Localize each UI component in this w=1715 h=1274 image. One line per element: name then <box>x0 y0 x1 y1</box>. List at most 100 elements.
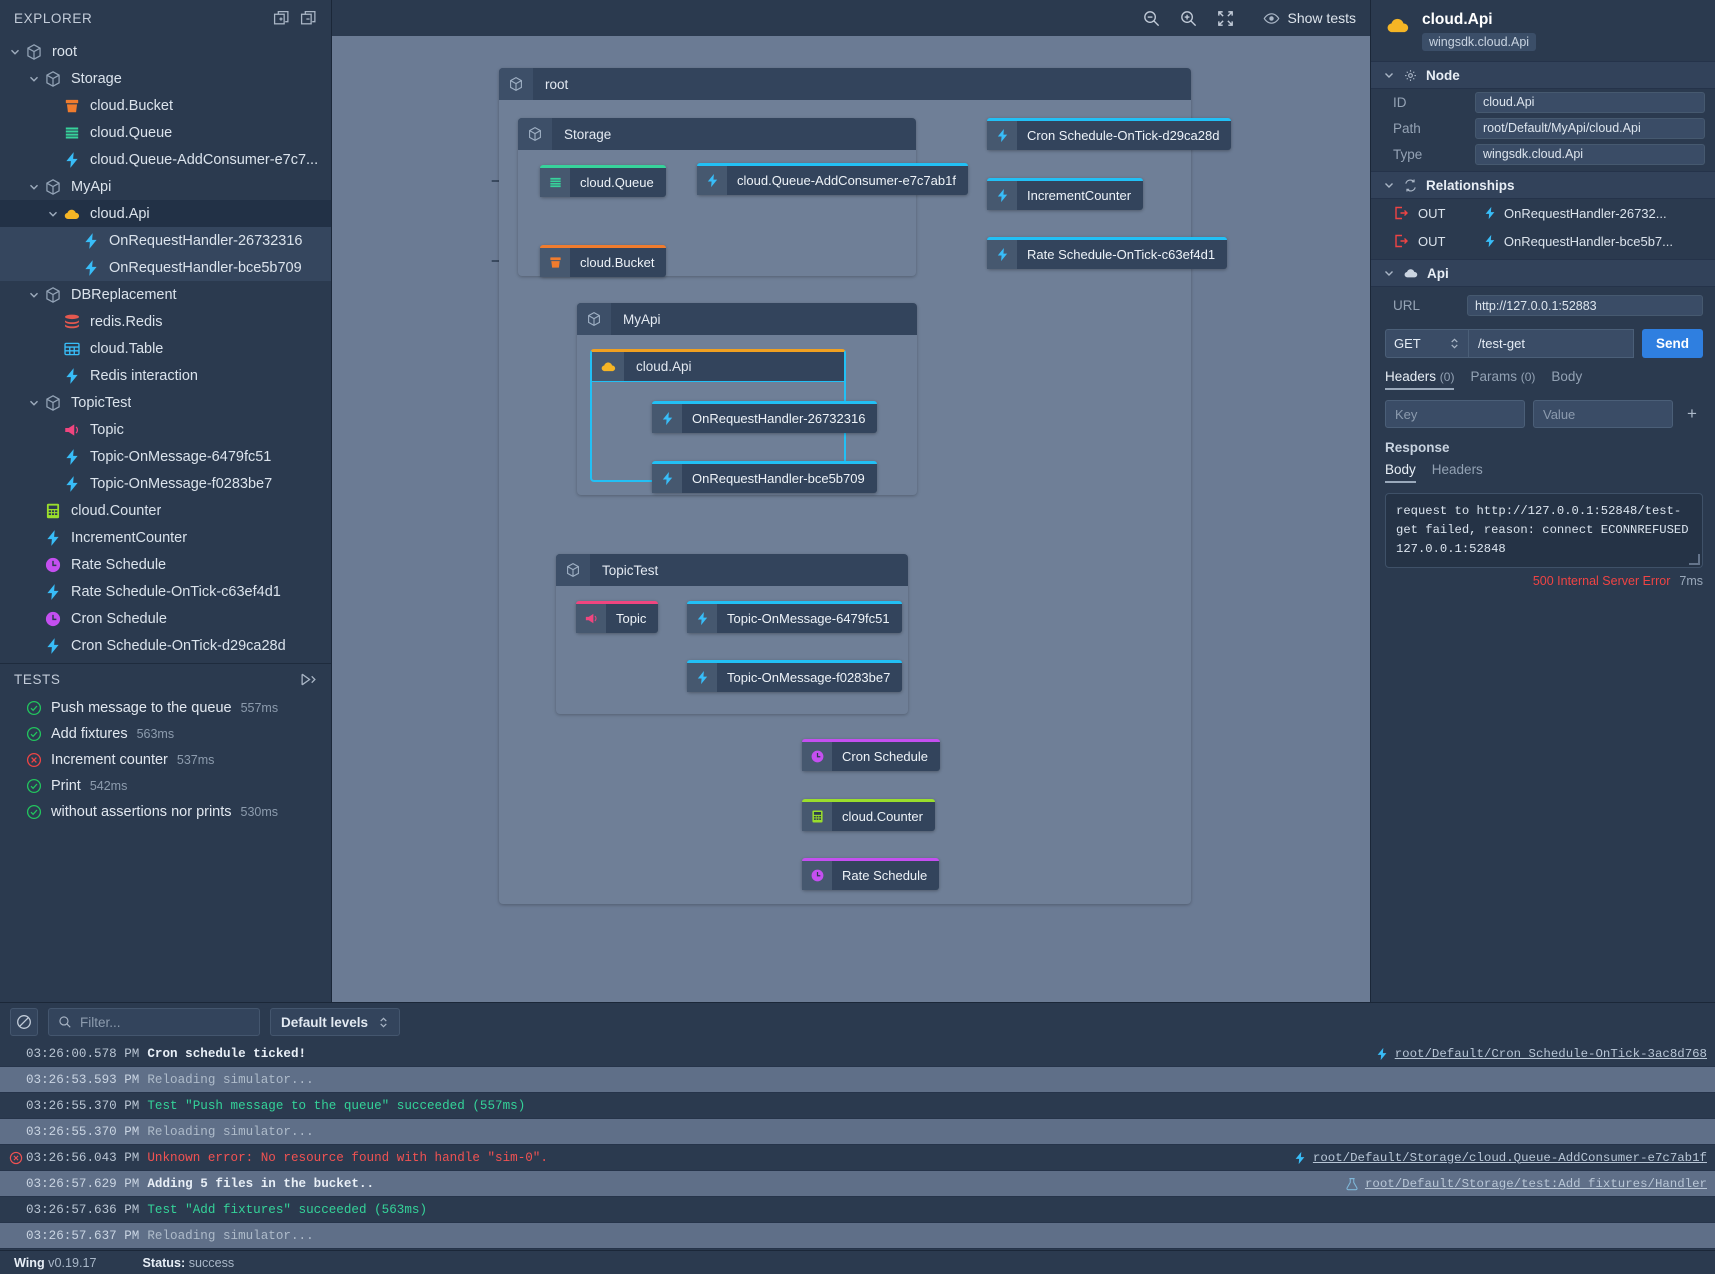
chevron-down-icon[interactable] <box>27 72 41 86</box>
tree-item-cron-schedule[interactable]: Cron Schedule <box>0 605 331 632</box>
tree-item-cloud-queue[interactable]: cloud.Queue <box>0 119 331 146</box>
chevron-down-icon[interactable] <box>8 45 22 59</box>
fullscreen-icon[interactable] <box>1216 9 1235 28</box>
tree-item-onrequesthandler-26732316[interactable]: OnRequestHandler-26732316 <box>0 227 331 254</box>
relationship-target[interactable]: OnRequestHandler-bce5b7... <box>1483 234 1673 249</box>
tab-response-headers[interactable]: Headers <box>1432 462 1483 483</box>
show-tests-toggle[interactable]: Show tests <box>1253 10 1356 27</box>
tree-item-root[interactable]: root <box>0 38 331 65</box>
expand-all-icon[interactable] <box>273 10 290 27</box>
tree-item-redis-redis[interactable]: redis.Redis <box>0 308 331 335</box>
header-value-input[interactable]: Value <box>1533 400 1673 428</box>
diagram-node-cron-ontick[interactable]: Cron Schedule-OnTick-d29ca28d <box>987 118 1231 150</box>
log-row[interactable]: 03:26:56.043 PMUnknown error: No resourc… <box>0 1145 1715 1171</box>
api-section-header[interactable]: Api <box>1371 259 1715 287</box>
tree-item-cloud-bucket[interactable]: cloud.Bucket <box>0 92 331 119</box>
diagram-node-incrementcounter[interactable]: IncrementCounter <box>987 178 1143 210</box>
test-item[interactable]: Add fixtures563ms <box>0 721 331 747</box>
log-message: Reloading simulator... <box>147 1073 1707 1087</box>
tree-item-topic[interactable]: Topic <box>0 416 331 443</box>
clear-console-icon[interactable] <box>10 1008 38 1036</box>
tree-item-rate-schedule-ontick-c63ef4d1[interactable]: Rate Schedule-OnTick-c63ef4d1 <box>0 578 331 605</box>
collapse-all-icon[interactable] <box>300 10 317 27</box>
response-body-text[interactable]: request to http://127.0.0.1:52848/test-g… <box>1385 493 1703 568</box>
property-value-id[interactable]: cloud.Api <box>1475 92 1705 113</box>
relationships-section-header[interactable]: Relationships <box>1371 171 1715 199</box>
tree-item-topic-onmessage-f0283be7[interactable]: Topic-OnMessage-f0283be7 <box>0 470 331 497</box>
log-row[interactable]: 03:26:57.637 PMReloading simulator... <box>0 1223 1715 1249</box>
diagram-node-cloud-bucket[interactable]: cloud.Bucket <box>540 245 666 277</box>
node-label: Topic <box>606 611 658 626</box>
tree-item-cloud-counter[interactable]: cloud.Counter <box>0 497 331 524</box>
tree-item-topic-onmessage-6479fc51[interactable]: Topic-OnMessage-6479fc51 <box>0 443 331 470</box>
log-row[interactable]: 03:26:00.578 PMCron schedule ticked!root… <box>0 1041 1715 1067</box>
diagram-node-rate-schedule[interactable]: Rate Schedule <box>802 858 939 890</box>
tree-item-cloud-table[interactable]: cloud.Table <box>0 335 331 362</box>
log-row[interactable]: 03:26:55.370 PMReloading simulator... <box>0 1119 1715 1145</box>
log-source-link[interactable]: root/Default/Storage/cloud.Queue-AddCons… <box>1293 1151 1707 1165</box>
test-item[interactable]: without assertions nor prints530ms <box>0 799 331 825</box>
tree-item-onrequesthandler-bce5b709[interactable]: OnRequestHandler-bce5b709 <box>0 254 331 281</box>
console-filter-input[interactable]: Filter... <box>48 1008 260 1036</box>
property-value-path[interactable]: root/Default/MyApi/cloud.Api <box>1475 118 1705 139</box>
tree-item-cloud-api[interactable]: cloud.Api <box>0 200 331 227</box>
log-row[interactable]: 03:26:57.636 PMTest "Add fixtures" succe… <box>0 1197 1715 1223</box>
header-key-input[interactable]: Key <box>1385 400 1525 428</box>
tab-params[interactable]: Params (0) <box>1470 369 1535 390</box>
test-item[interactable]: Increment counter537ms <box>0 747 331 773</box>
diagram-node-cloud-counter[interactable]: cloud.Counter <box>802 799 935 831</box>
diagram-node-onrequesthandler-26732316[interactable]: OnRequestHandler-26732316 <box>652 401 877 433</box>
diagram-node-topic[interactable]: Topic <box>576 601 658 633</box>
chevron-down-icon[interactable] <box>27 180 41 194</box>
tab-headers[interactable]: Headers (0) <box>1385 369 1454 390</box>
plus-icon[interactable]: + <box>1681 404 1703 424</box>
zoom-in-icon[interactable] <box>1179 9 1198 28</box>
tree-item-cron-schedule-ontick-d29ca28d[interactable]: Cron Schedule-OnTick-d29ca28d <box>0 632 331 659</box>
log-row[interactable]: 03:26:53.593 PMReloading simulator... <box>0 1067 1715 1093</box>
queue-icon <box>63 124 81 141</box>
property-label: Path <box>1393 121 1465 136</box>
test-item[interactable]: Push message to the queue557ms <box>0 695 331 721</box>
diagram-node-queue-addconsumer[interactable]: cloud.Queue-AddConsumer-e7c7ab1f <box>697 163 968 195</box>
property-value-type[interactable]: wingsdk.cloud.Api <box>1475 144 1705 165</box>
log-source-link[interactable]: root/Default/Storage/test:Add fixtures/H… <box>1345 1177 1707 1191</box>
log-row[interactable]: 03:26:55.370 PMTest "Push message to the… <box>0 1093 1715 1119</box>
diagram-node-rate-ontick[interactable]: Rate Schedule-OnTick-c63ef4d1 <box>987 237 1227 269</box>
api-url-value[interactable]: http://127.0.0.1:52883 <box>1467 295 1703 316</box>
chevron-down-icon[interactable] <box>46 207 60 221</box>
architecture-diagram[interactable]: root Storage cloud.Queue <box>332 36 1370 1002</box>
diagram-node-cloud-queue[interactable]: cloud.Queue <box>540 165 666 197</box>
relationship-row[interactable]: OUT OnRequestHandler-26732... <box>1371 199 1715 227</box>
zoom-out-icon[interactable] <box>1142 9 1161 28</box>
relationship-target[interactable]: OnRequestHandler-26732... <box>1483 206 1667 221</box>
tree-item-storage[interactable]: Storage <box>0 65 331 92</box>
log-source-link[interactable]: root/Default/Cron Schedule-OnTick-3ac8d7… <box>1375 1047 1707 1061</box>
tree-item-myapi[interactable]: MyApi <box>0 173 331 200</box>
diagram-node-onrequesthandler-bce5b709[interactable]: OnRequestHandler-bce5b709 <box>652 461 877 493</box>
diagram-node-topic-onmessage-f0283be7[interactable]: Topic-OnMessage-f0283be7 <box>687 660 902 692</box>
tab-body[interactable]: Body <box>1551 369 1582 390</box>
diagram-node-topic-onmessage-6479fc51[interactable]: Topic-OnMessage-6479fc51 <box>687 601 902 633</box>
console-log-list[interactable]: 03:26:00.578 PMCron schedule ticked!root… <box>0 1041 1715 1250</box>
chevron-down-icon[interactable] <box>27 396 41 410</box>
api-path-input[interactable]: /test-get <box>1469 329 1634 358</box>
run-all-tests-icon[interactable] <box>300 671 317 688</box>
log-row[interactable]: 03:26:57.629 PMAdding 5 files in the buc… <box>0 1171 1715 1197</box>
relationship-row[interactable]: OUT OnRequestHandler-bce5b7... <box>1371 227 1715 255</box>
send-request-button[interactable]: Send <box>1642 329 1703 358</box>
tree-item-incrementcounter[interactable]: IncrementCounter <box>0 524 331 551</box>
test-duration: 530ms <box>241 805 279 819</box>
log-levels-select[interactable]: Default levels <box>270 1008 400 1036</box>
tree-item-rate-schedule[interactable]: Rate Schedule <box>0 551 331 578</box>
tree-item-redis-interaction[interactable]: Redis interaction <box>0 362 331 389</box>
node-section-header[interactable]: Node <box>1371 61 1715 89</box>
http-method-select[interactable]: GET <box>1385 329 1469 358</box>
diagram-node-cron-schedule[interactable]: Cron Schedule <box>802 739 940 771</box>
tree-item-topictest[interactable]: TopicTest <box>0 389 331 416</box>
chevron-down-icon[interactable] <box>27 288 41 302</box>
node-cube-icon <box>518 118 552 150</box>
tree-item-dbreplacement[interactable]: DBReplacement <box>0 281 331 308</box>
tree-item-cloud-queue-addconsumer-e7c7[interactable]: cloud.Queue-AddConsumer-e7c7... <box>0 146 331 173</box>
tab-response-body[interactable]: Body <box>1385 462 1416 483</box>
test-item[interactable]: Print542ms <box>0 773 331 799</box>
